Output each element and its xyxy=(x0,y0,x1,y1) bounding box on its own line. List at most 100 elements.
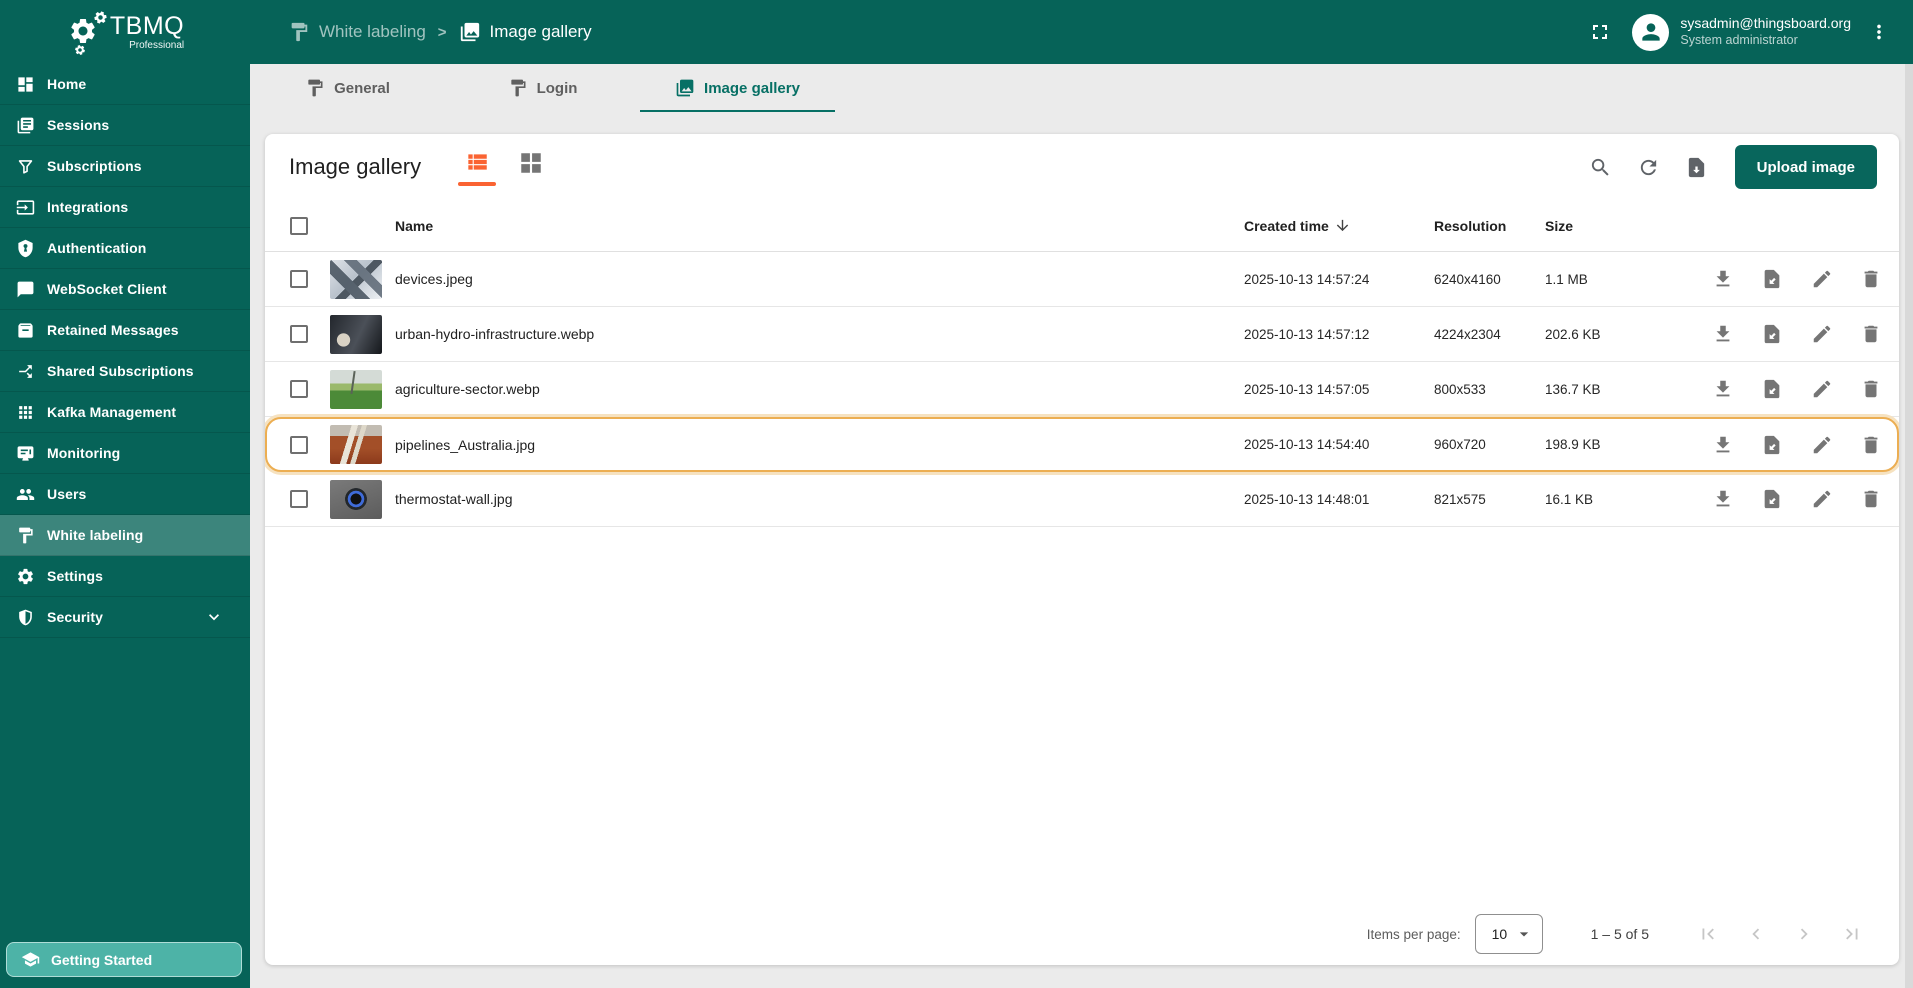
sidebar-item-label: White labeling xyxy=(47,527,144,543)
first-page-button[interactable] xyxy=(1691,917,1725,951)
download-button[interactable] xyxy=(1707,373,1739,405)
shield-half-icon xyxy=(16,608,35,627)
getting-started-button[interactable]: Getting Started xyxy=(6,942,242,977)
sidebar-item-kafka-management[interactable]: Kafka Management xyxy=(0,392,250,433)
image-size: 1.1 MB xyxy=(1545,271,1588,287)
delete-button[interactable] xyxy=(1855,373,1887,405)
upload-image-button[interactable]: Upload image xyxy=(1734,145,1877,189)
sidebar-item-authentication[interactable]: Authentication xyxy=(0,228,250,269)
export-button[interactable] xyxy=(1756,263,1788,295)
breadcrumb-item-white-labeling[interactable]: White labeling xyxy=(288,21,426,43)
sidebar-item-integrations[interactable]: Integrations xyxy=(0,187,250,228)
chevron-right-icon xyxy=(1793,923,1815,945)
row-checkbox[interactable] xyxy=(290,270,308,288)
table-row[interactable]: urban-hydro-infrastructure.webp 2025-10-1… xyxy=(265,307,1899,362)
tab-general[interactable]: General xyxy=(250,64,445,112)
sidebar-item-retained-messages[interactable]: Retained Messages xyxy=(0,310,250,351)
download-button[interactable] xyxy=(1707,263,1739,295)
page-scrollbar[interactable] xyxy=(1905,64,1913,988)
items-per-page-value: 10 xyxy=(1491,926,1508,942)
breadcrumb-item-image-gallery[interactable]: Image gallery xyxy=(459,21,592,43)
caret-down-icon xyxy=(1514,924,1534,944)
row-checkbox[interactable] xyxy=(290,380,308,398)
image-created-time: 2025-10-13 14:48:01 xyxy=(1244,491,1370,507)
refresh-button[interactable] xyxy=(1629,147,1669,187)
sidebar-item-subscriptions[interactable]: Subscriptions xyxy=(0,146,250,187)
list-view-toggle[interactable] xyxy=(457,149,497,186)
delete-button[interactable] xyxy=(1855,429,1887,461)
sidebar-item-sessions[interactable]: Sessions xyxy=(0,105,250,146)
app-logo[interactable]: TBMQ Professional xyxy=(0,10,250,55)
table-footer: Items per page: 10 1 – 5 of 5 xyxy=(265,903,1899,965)
sidebar-item-security[interactable]: Security xyxy=(0,597,250,638)
edit-button[interactable] xyxy=(1806,429,1838,461)
sidebar-item-shared-subscriptions[interactable]: Shared Subscriptions xyxy=(0,351,250,392)
tab-login[interactable]: Login xyxy=(445,64,640,112)
table-row[interactable]: agriculture-sector.webp 2025-10-13 14:57:… xyxy=(265,362,1899,417)
chevron-left-button[interactable] xyxy=(1739,917,1773,951)
sidebar-item-websocket-client[interactable]: WebSocket Client xyxy=(0,269,250,310)
sort-desc-icon xyxy=(1334,217,1351,234)
school-icon xyxy=(21,950,40,969)
edit-button[interactable] xyxy=(1806,263,1838,295)
monitor-icon xyxy=(16,444,35,463)
row-checkbox[interactable] xyxy=(290,490,308,508)
column-header-name[interactable]: Name xyxy=(395,218,1244,234)
main-content: General Login Image gallery Image gallery … xyxy=(250,64,1913,988)
tab-image-gallery[interactable]: Image gallery xyxy=(640,64,835,112)
row-checkbox[interactable] xyxy=(290,325,308,343)
export-button[interactable] xyxy=(1756,373,1788,405)
table-row[interactable]: thermostat-wall.jpg 2025-10-13 14:48:01 82… xyxy=(265,472,1899,527)
export-button[interactable] xyxy=(1756,429,1788,461)
sidebar-item-settings[interactable]: Settings xyxy=(0,556,250,597)
search-button[interactable] xyxy=(1581,147,1621,187)
gallery-toolbar: Image gallery Upload image xyxy=(265,134,1899,200)
last-page-button[interactable] xyxy=(1835,917,1869,951)
export-button[interactable] xyxy=(1756,483,1788,515)
chevron-right-button[interactable] xyxy=(1787,917,1821,951)
image-thumbnail xyxy=(330,479,382,519)
archive-icon xyxy=(16,321,35,340)
sidebar-item-label: Subscriptions xyxy=(47,158,142,174)
sidebar: Home Sessions Subscriptions Integrations Aut… xyxy=(0,64,250,988)
column-header-size[interactable]: Size xyxy=(1545,218,1707,234)
grid-view-toggle[interactable] xyxy=(511,149,551,176)
sidebar-item-label: Settings xyxy=(47,568,104,584)
user-menu[interactable]: sysadmin@thingsboard.org System administ… xyxy=(1632,13,1851,51)
column-header-resolution[interactable]: Resolution xyxy=(1434,218,1545,234)
import-image-button[interactable] xyxy=(1677,147,1717,187)
delete-icon xyxy=(1860,268,1882,290)
image-thumbnail xyxy=(330,314,382,354)
download-button[interactable] xyxy=(1707,429,1739,461)
delete-button[interactable] xyxy=(1855,318,1887,350)
column-header-created-time[interactable]: Created time xyxy=(1244,217,1434,234)
fullscreen-button[interactable] xyxy=(1580,12,1620,52)
person-icon xyxy=(1638,19,1664,45)
image-resolution: 821x575 xyxy=(1434,491,1486,507)
sidebar-item-users[interactable]: Users xyxy=(0,474,250,515)
select-all-checkbox[interactable] xyxy=(290,216,308,235)
items-per-page-label: Items per page: xyxy=(1366,926,1461,942)
row-checkbox[interactable] xyxy=(290,435,308,454)
sidebar-item-home[interactable]: Home xyxy=(0,64,250,105)
image-created-time: 2025-10-13 14:54:40 xyxy=(1244,437,1370,452)
fullscreen-icon xyxy=(1588,20,1612,44)
table-row[interactable]: pipelines_Australia.jpg 2025-10-13 14:54:… xyxy=(265,417,1899,472)
download-button[interactable] xyxy=(1707,318,1739,350)
breadcrumb: White labeling > Image gallery xyxy=(288,21,592,43)
table-row[interactable]: devices.jpeg 2025-10-13 14:57:24 6240x4160… xyxy=(265,252,1899,307)
more-menu-button[interactable] xyxy=(1859,12,1899,52)
paint-roller-icon xyxy=(305,78,325,98)
delete-button[interactable] xyxy=(1855,263,1887,295)
download-button[interactable] xyxy=(1707,483,1739,515)
edit-button[interactable] xyxy=(1806,483,1838,515)
items-per-page-select[interactable]: 10 xyxy=(1474,914,1543,954)
sidebar-item-monitoring[interactable]: Monitoring xyxy=(0,433,250,474)
delete-button[interactable] xyxy=(1855,483,1887,515)
edit-button[interactable] xyxy=(1806,318,1838,350)
sidebar-item-white-labeling[interactable]: White labeling xyxy=(0,515,250,556)
edit-button[interactable] xyxy=(1806,373,1838,405)
page-title: Image gallery xyxy=(289,154,422,179)
export-button[interactable] xyxy=(1756,318,1788,350)
image-gallery-icon xyxy=(459,21,481,43)
